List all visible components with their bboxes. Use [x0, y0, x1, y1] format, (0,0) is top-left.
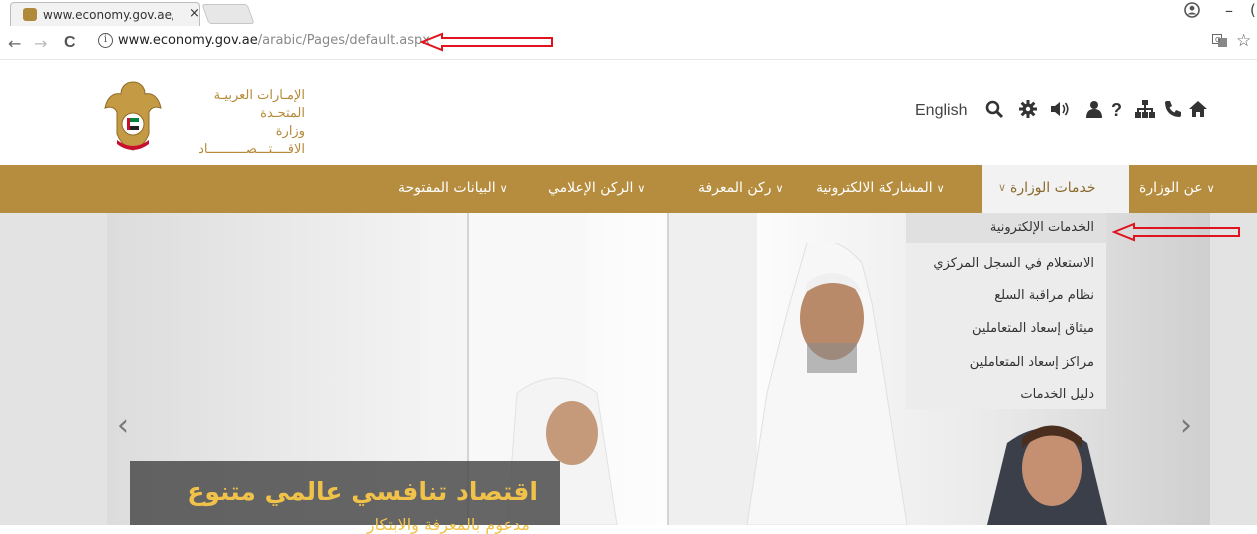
uae-emblem-logo[interactable]	[103, 78, 163, 152]
ministry-name: الإمـارات العربيـة المتحـدة وزارة الاقــ…	[165, 87, 305, 159]
dropdown-item-happiness-centers[interactable]: مراكز إسعاد المتعاملين	[970, 355, 1094, 370]
dropdown-item-central-registry[interactable]: الاستعلام في السجل المركزي	[933, 256, 1094, 271]
dropdown-item-services-guide[interactable]: دليل الخدمات	[1020, 387, 1094, 402]
window-control-edge: (	[1250, 1, 1256, 19]
minimize-button[interactable]: –	[1225, 1, 1233, 20]
url-host: www.economy.gov.ae	[118, 33, 258, 48]
menu-label: الركن الإعلامي	[548, 180, 634, 196]
user-icon[interactable]	[1086, 100, 1102, 123]
menu-item-e-participation[interactable]: المشاركة الالكترونية ∨	[810, 165, 951, 213]
menu-label: البيانات المفتوحة	[398, 180, 496, 196]
info-icon[interactable]: i	[98, 33, 113, 48]
slider-prev-button[interactable]: ‹	[117, 408, 129, 443]
menu-item-about[interactable]: عن الوزارة ∨	[1133, 165, 1221, 213]
volume-icon[interactable]	[1050, 100, 1070, 123]
menu-label: عن الوزارة	[1139, 180, 1203, 196]
chevron-down-icon: ∨	[775, 182, 784, 195]
dropdown-item-happiness-charter[interactable]: ميثاق إسعاد المتعاملين	[972, 321, 1094, 336]
url-path: /arabic/Pages/default.aspx	[257, 33, 430, 48]
question-icon[interactable]: ?	[1111, 100, 1122, 121]
tab-title: www.economy.gov.ae/ar	[43, 8, 173, 22]
menu-item-media-corner[interactable]: الركن الإعلامي ∨	[542, 165, 651, 213]
menu-item-services[interactable]: خدمات الوزارة ∨	[982, 165, 1129, 213]
browser-toolbar: ← → C i www.economy.gov.ae/arabic/Pages/…	[0, 26, 1257, 60]
dropdown-item-e-services[interactable]: الخدمات الإلكترونية	[990, 220, 1094, 235]
menu-label: خدمات الوزارة	[1010, 180, 1096, 196]
site-favicon-icon	[23, 8, 37, 21]
bookmark-star-icon[interactable]: ☆	[1236, 31, 1251, 51]
chevron-down-icon: ∨	[998, 181, 1007, 194]
main-navigation: عن الوزارة ∨ خدمات الوزارة ∨ المشاركة الال…	[0, 165, 1257, 213]
slider-next-button[interactable]: ›	[1180, 408, 1192, 443]
address-bar[interactable]: i www.economy.gov.ae/arabic/Pages/defaul…	[92, 30, 1222, 56]
annotation-arrow-address	[420, 32, 553, 52]
chevron-down-icon: ∨	[1206, 182, 1215, 195]
chevron-down-icon: ∨	[637, 182, 646, 195]
svg-text:G: G	[1215, 36, 1220, 44]
menu-item-knowledge-corner[interactable]: ركن المعرفة ∨	[692, 165, 790, 213]
translate-icon[interactable]: G	[1212, 34, 1228, 52]
reload-button[interactable]: C	[64, 34, 76, 52]
utility-bar: English ?	[915, 100, 1207, 124]
profile-icon[interactable]	[1184, 2, 1200, 22]
forward-button[interactable]: →	[34, 34, 47, 53]
new-tab-button[interactable]	[201, 4, 255, 24]
back-button[interactable]: ←	[8, 34, 21, 53]
menu-item-open-data[interactable]: البيانات المفتوحة ∨	[392, 165, 514, 213]
phone-icon[interactable]	[1164, 100, 1182, 123]
services-dropdown-menu: الخدمات الإلكترونية الاستعلام في السجل ا…	[906, 213, 1106, 409]
chevron-down-icon: ∨	[936, 182, 945, 195]
english-link[interactable]: English	[915, 102, 967, 120]
dropdown-item-commodity-monitoring[interactable]: نظام مراقبة السلع	[994, 288, 1094, 303]
sitemap-icon[interactable]	[1135, 100, 1155, 123]
site-header: الإمـارات العربيـة المتحـدة وزارة الاقــ…	[0, 60, 1257, 165]
hero-caption: اقتصاد تنافسي عالمي متنوع مدعوم بالمعرفة…	[130, 461, 560, 534]
browser-tabstrip: www.economy.gov.ae/ar × – (	[0, 0, 1257, 26]
tab-close-icon[interactable]: ×	[189, 6, 200, 21]
search-icon[interactable]	[985, 100, 1004, 124]
hero-caption-title: اقتصاد تنافسي عالمي متنوع	[187, 477, 538, 506]
url-text[interactable]: www.economy.gov.ae/arabic/Pages/default.…	[118, 33, 430, 48]
gear-icon[interactable]	[1019, 100, 1037, 123]
home-icon[interactable]	[1189, 100, 1207, 123]
annotation-arrow-dropdown	[1112, 222, 1240, 242]
browser-tab[interactable]: www.economy.gov.ae/ar ×	[10, 2, 200, 26]
chevron-down-icon: ∨	[499, 182, 508, 195]
menu-label: ركن المعرفة	[698, 180, 772, 196]
logo-line-uae: الإمـارات العربيـة المتحـدة	[213, 88, 305, 121]
menu-label: المشاركة الالكترونية	[816, 180, 933, 196]
logo-line-ministry: وزارة الاقــــتـــصــــــــــاد	[198, 124, 305, 157]
